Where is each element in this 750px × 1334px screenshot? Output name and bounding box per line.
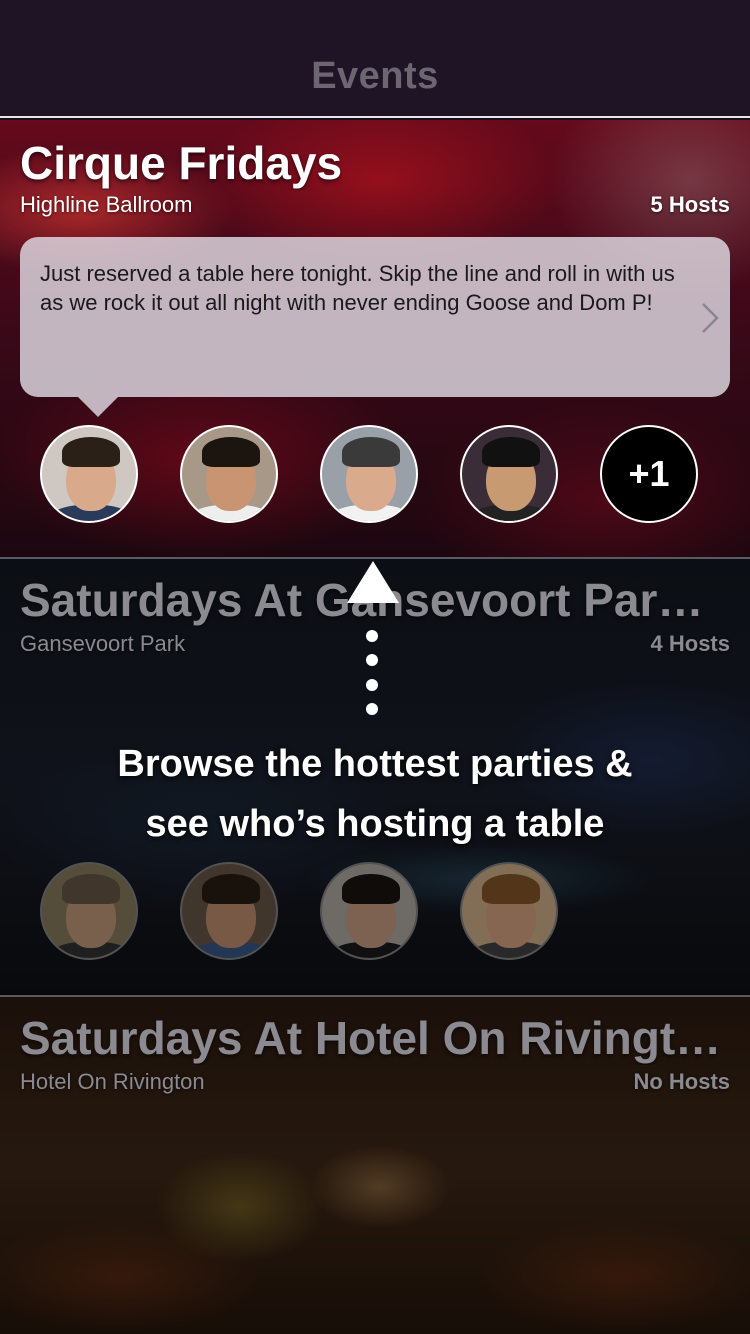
event-venue: Gansevoort Park [20,631,186,656]
host-avatar-row [40,862,558,960]
host-avatar[interactable] [40,425,138,523]
tooltip-dot [366,654,378,666]
host-avatar-row: +1 [40,425,698,523]
host-avatar[interactable] [460,862,558,960]
host-avatar[interactable] [460,425,558,523]
event-title: Saturdays At Hotel On Rivington [20,1012,730,1064]
host-avatar[interactable] [320,862,418,960]
chevron-right-icon[interactable] [700,301,720,335]
tooltip-line: see who’s hosting a table [145,803,605,845]
host-message-bubble[interactable]: Just reserved a table here tonight. Skip… [20,237,730,417]
host-avatar[interactable] [40,862,138,960]
event-venue: Highline Ballroom [20,192,193,217]
event-card-hotel-on-rivington[interactable]: Saturdays At Hotel On Rivington Hotel On… [0,997,750,1334]
event-title: Cirque Fridays [20,137,343,189]
event-host-count: 5 Hosts [650,192,730,217]
tooltip-arrow-up-icon [347,561,399,603]
event-venue: Hotel On Rivington [20,1069,205,1094]
host-avatar[interactable] [320,425,418,523]
host-avatar[interactable] [180,862,278,960]
navigation-bar: Events [0,0,750,118]
onboarding-tooltip: Browse the hottest parties & see who’s h… [0,734,750,854]
bubble-tail [78,397,118,417]
tooltip-dot [366,630,378,642]
event-host-count: No Hosts [633,1069,730,1094]
more-hosts-button[interactable]: +1 [600,425,698,523]
page-title: Events [311,55,439,97]
host-avatar[interactable] [180,425,278,523]
tooltip-dot [366,703,378,715]
tooltip-line: Browse the hottest parties & [117,743,633,785]
event-host-count: 4 Hosts [650,631,730,656]
event-card-cirque-fridays[interactable]: Cirque Fridays Highline Ballroom 5 Hosts… [0,120,750,558]
host-message-text: Just reserved a table here tonight. Skip… [40,261,675,315]
tooltip-dot [366,679,378,691]
